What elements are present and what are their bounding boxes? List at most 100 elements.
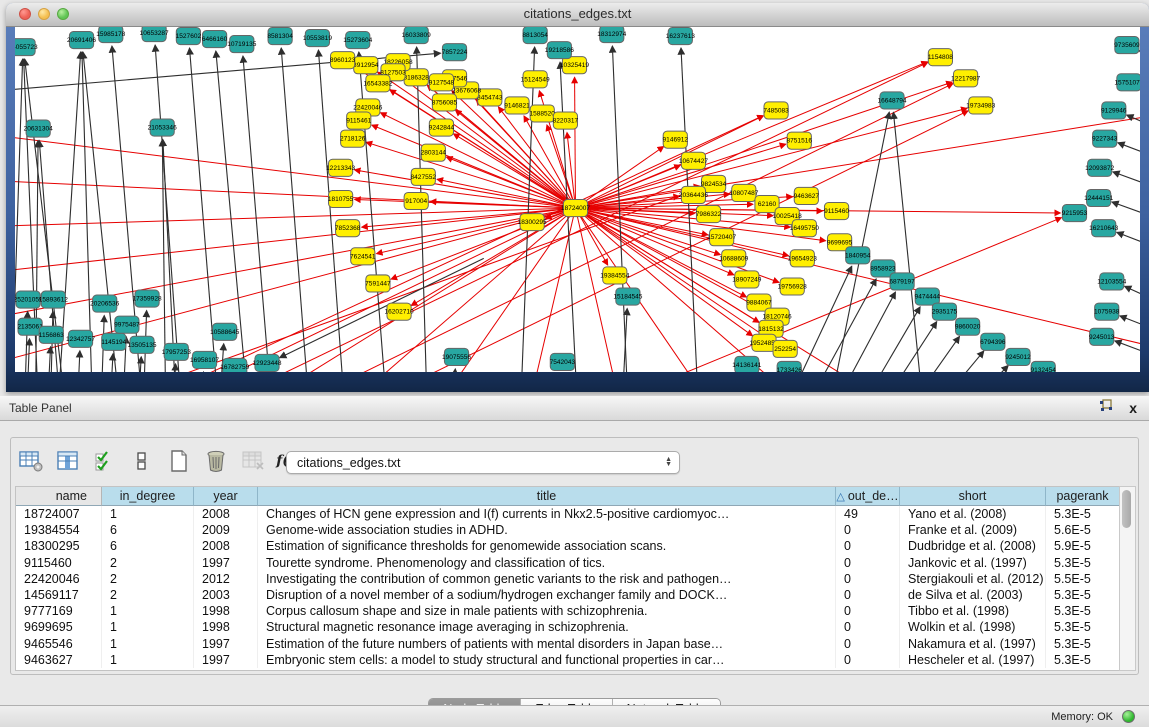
column-header-short[interactable]: short: [900, 487, 1046, 506]
graph-node[interactable]: 1145194: [101, 333, 126, 350]
table-row[interactable]: 946362711997Embryonic stem cells: a mode…: [16, 652, 1120, 668]
graph-node[interactable]: 2803144: [421, 144, 447, 161]
graph-node[interactable]: 9115460: [824, 203, 849, 220]
table-row[interactable]: 1938455462009Genome-wide association stu…: [16, 522, 1120, 538]
graph-node[interactable]: 13505135: [127, 336, 156, 353]
graph-node[interactable]: 16202710: [385, 303, 414, 320]
graph-node[interactable]: 16495750: [790, 220, 819, 237]
graph-node[interactable]: 10325419: [560, 57, 589, 74]
graph-node[interactable]: 1527602: [176, 28, 202, 45]
graph-node[interactable]: 8813054: [522, 27, 548, 44]
graph-node[interactable]: 1154808: [928, 49, 953, 66]
graph-node[interactable]: 20364436: [679, 186, 708, 203]
graph-node[interactable]: 20631304: [24, 120, 53, 137]
graph-node[interactable]: 15273604: [343, 32, 372, 49]
graph-node[interactable]: 12342757: [66, 330, 95, 347]
graph-node[interactable]: 18312974: [597, 27, 626, 43]
graph-node[interactable]: 7485083: [763, 102, 789, 119]
graph-node[interactable]: 1840954: [845, 247, 871, 264]
float-panel-icon[interactable]: [1099, 399, 1113, 417]
graph-node[interactable]: 20691406: [67, 32, 96, 49]
graph-node[interactable]: 1156863: [39, 326, 64, 343]
graph-node[interactable]: 9127548: [429, 74, 455, 91]
close-panel-icon[interactable]: x: [1129, 401, 1137, 415]
memory-ok-indicator[interactable]: [1122, 710, 1135, 723]
table-row[interactable]: 1872400712008Changes of HCN gene express…: [16, 506, 1120, 522]
table-selector-dropdown[interactable]: citations_edges.txt ▲▼: [286, 451, 680, 474]
graph-node[interactable]: 12217987: [951, 70, 980, 87]
column-header-name[interactable]: name: [16, 487, 102, 506]
column-header-in-degree[interactable]: in_degree: [102, 487, 194, 506]
network-graph[interactable]: 1872400710325419151245498454743236760689…: [15, 27, 1140, 372]
table-row[interactable]: 977716911998Corpus callosum shape and si…: [16, 603, 1120, 619]
graph-node[interactable]: 19075556: [442, 348, 471, 365]
table-row[interactable]: 1456911722003Disruption of a novel membe…: [16, 587, 1120, 603]
graph-node[interactable]: 16210643: [1089, 220, 1118, 237]
table-row[interactable]: 969969511998Structural magnetic resonanc…: [16, 619, 1120, 635]
graph-node[interactable]: 9215953: [1062, 205, 1088, 222]
graph-node[interactable]: 15124549: [521, 71, 550, 88]
column-header-year[interactable]: year: [194, 487, 258, 506]
graph-node[interactable]: 18724007: [561, 200, 590, 217]
network-canvas[interactable]: 1872400710325419151245498454743236760689…: [15, 27, 1140, 372]
graph-node[interactable]: 252254: [773, 340, 797, 357]
graph-node[interactable]: 1588520: [529, 105, 555, 122]
graph-node[interactable]: 9146821: [504, 97, 530, 114]
table-vertical-scrollbar[interactable]: [1119, 486, 1136, 671]
graph-node[interactable]: 10807487: [729, 184, 758, 201]
column-header-out-degree[interactable]: △out_de…: [836, 487, 900, 506]
graph-node[interactable]: 1810755: [328, 190, 354, 207]
graph-node[interactable]: 8186328: [403, 69, 429, 86]
graph-node[interactable]: 9735609: [1114, 37, 1140, 54]
graph-node[interactable]: 19734983: [966, 97, 995, 114]
delete-column-button[interactable]: [202, 447, 230, 475]
new-column-button[interactable]: [165, 447, 193, 475]
graph-node[interactable]: 12093872: [1085, 159, 1114, 176]
graph-node[interactable]: 8912954: [353, 57, 379, 74]
graph-node[interactable]: 10588645: [210, 323, 239, 340]
graph-node[interactable]: 18907249: [732, 271, 761, 288]
graph-node[interactable]: 10719135: [227, 36, 256, 53]
graph-node[interactable]: 917004: [404, 192, 428, 209]
graph-node[interactable]: 9115461: [346, 112, 371, 129]
zoom-window-button[interactable]: [57, 8, 69, 20]
graph-node[interactable]: 10653287: [140, 27, 169, 42]
graph-node[interactable]: 6879197: [889, 273, 915, 290]
graph-node[interactable]: 6794396: [980, 333, 1006, 350]
graph-node[interactable]: 8220317: [553, 112, 579, 129]
graph-node[interactable]: 1075938: [1094, 303, 1120, 320]
scrollbar-thumb[interactable]: [1122, 490, 1131, 528]
graph-node[interactable]: 10688609: [719, 250, 748, 267]
graph-node[interactable]: 17957253: [162, 343, 191, 360]
graph-node[interactable]: 14136141: [732, 356, 761, 372]
table-row[interactable]: 1830029562008Estimation of significance …: [16, 538, 1120, 554]
graph-node[interactable]: 6466160: [202, 31, 228, 48]
graph-node[interactable]: 9975487: [114, 316, 140, 333]
graph-node[interactable]: 1733426: [776, 361, 802, 372]
graph-node[interactable]: 21053346: [148, 119, 177, 136]
table-row[interactable]: 911546021997Tourette syndrome. Phenomeno…: [16, 555, 1120, 571]
delete-table-button[interactable]: [239, 447, 267, 475]
graph-node[interactable]: 9463627: [794, 187, 820, 204]
graph-node[interactable]: 10674427: [679, 152, 708, 169]
graph-node[interactable]: 15751074: [1114, 74, 1140, 91]
graph-node[interactable]: 7542043: [550, 353, 576, 370]
graph-node[interactable]: 9242844: [429, 119, 455, 136]
graph-node[interactable]: 12444151: [1084, 189, 1113, 206]
graph-node[interactable]: 16958107: [190, 351, 219, 368]
graph-node[interactable]: 12923448: [252, 354, 281, 371]
graph-node[interactable]: 19756928: [778, 278, 807, 295]
graph-node[interactable]: 16033809: [402, 27, 431, 44]
column-header-title[interactable]: title: [258, 487, 836, 506]
graph-node[interactable]: 12213343: [326, 159, 355, 176]
graph-node[interactable]: 9245013: [1089, 328, 1115, 345]
graph-node[interactable]: 7591447: [365, 275, 391, 292]
graph-node[interactable]: 15184545: [613, 288, 642, 305]
graph-node[interactable]: 9146912: [663, 131, 689, 148]
close-window-button[interactable]: [19, 8, 31, 20]
table-mode-button[interactable]: [17, 447, 45, 475]
graph-node[interactable]: 15720407: [707, 229, 736, 246]
graph-node[interactable]: 9860020: [955, 318, 981, 335]
column-header-pagerank[interactable]: pagerank: [1046, 487, 1120, 506]
graph-node[interactable]: 16543382: [363, 75, 392, 92]
